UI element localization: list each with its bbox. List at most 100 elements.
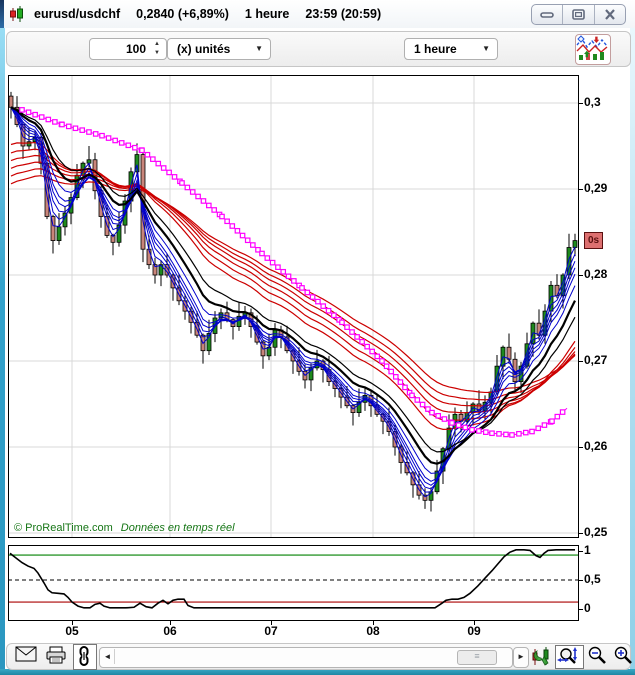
candle-body — [507, 347, 511, 359]
print-button[interactable] — [45, 646, 67, 664]
chevron-down-icon: ▼ — [255, 44, 263, 53]
magenta-ma-marker — [161, 166, 165, 170]
magenta-ma-marker — [504, 432, 508, 436]
units-mode-dropdown[interactable]: (x) unités ▼ — [167, 38, 271, 60]
title-timeframe: 1 heure — [245, 7, 289, 21]
magenta-ma-marker — [276, 265, 280, 269]
candle-body — [555, 285, 559, 295]
zoom-arrows-icon — [556, 646, 581, 666]
candle-body — [9, 96, 13, 107]
time-axis-tick — [271, 621, 272, 625]
price-axis-tick — [578, 533, 583, 534]
indicator-line — [10, 550, 575, 608]
magenta-ma-marker — [191, 190, 195, 194]
scroll-right-button[interactable]: ► — [513, 647, 529, 668]
magenta-ma-marker — [133, 145, 137, 149]
magenta-ma-marker — [167, 170, 171, 174]
magenta-ma-marker — [305, 290, 309, 294]
display-settings-button[interactable] — [575, 34, 611, 65]
price-axis-label: 0,25 — [584, 525, 607, 539]
time-axis-label: 05 — [60, 624, 84, 638]
units-count-input[interactable]: 100 ▲▼ — [89, 38, 167, 60]
timeframe-dropdown[interactable]: 1 heure ▼ — [404, 38, 498, 60]
price-axis-label: 0,27 — [584, 353, 607, 367]
magenta-ma-marker — [53, 120, 57, 124]
magenta-ma-marker — [340, 320, 344, 324]
magenta-ma-marker — [410, 393, 414, 397]
magenta-ma-marker — [316, 299, 320, 303]
wrench-chart-icon — [531, 645, 551, 667]
indicator-axis-tick — [578, 551, 583, 552]
copyright-text: © ProRealTime.com — [14, 522, 113, 534]
minimize-button[interactable] — [532, 5, 563, 24]
magenta-ma-marker — [389, 369, 393, 373]
magenta-ma-marker — [542, 423, 546, 427]
magenta-ma-marker — [560, 410, 564, 414]
scroll-left-button[interactable]: ◄ — [101, 649, 115, 664]
title-time: 23:59 (20:59) — [305, 7, 381, 21]
price-axis-tick — [578, 189, 583, 190]
time-axis-tick — [474, 621, 475, 625]
price-axis-tick — [578, 361, 583, 362]
magenta-ma-marker — [26, 110, 30, 114]
magenta-ma-marker — [497, 432, 501, 436]
link-charts-toggle[interactable] — [73, 644, 97, 670]
horizontal-scrollbar[interactable]: ◄ ≡ — [99, 647, 513, 668]
magenta-ma-marker — [436, 414, 440, 418]
chart-toolbar: 100 ▲▼ (x) unités ▼ 1 heure ▼ — [6, 31, 631, 67]
window-controls — [531, 4, 626, 25]
titlebar[interactable]: eurusd/usdchf 0,2840 (+6,89%) 1 heure 23… — [0, 0, 635, 28]
indicator-canvas — [8, 545, 579, 622]
main-chart-canvas[interactable] — [8, 75, 579, 539]
time-axis-label: 09 — [462, 624, 486, 638]
magenta-ma-marker — [332, 313, 336, 317]
magenta-ma-marker — [67, 124, 71, 128]
magenta-ma-marker — [300, 286, 304, 290]
scrollbar-thumb[interactable]: ≡ — [457, 650, 497, 665]
maximize-button[interactable] — [563, 5, 594, 24]
indicator-settings-button[interactable] — [531, 645, 551, 667]
units-spinner[interactable]: ▲▼ — [151, 40, 163, 58]
time-axis-label: 06 — [158, 624, 182, 638]
magenta-ma-marker — [126, 143, 130, 147]
printer-icon — [45, 646, 67, 664]
indicator-border — [9, 546, 579, 621]
time-axis-tick — [373, 621, 374, 625]
interactive-zoom-toggle[interactable] — [555, 645, 584, 669]
price-axis-tick — [578, 103, 583, 104]
magenta-ma-marker — [201, 199, 205, 203]
magenta-ma-marker — [380, 359, 384, 363]
candle-body — [57, 227, 61, 241]
zoom-out-button[interactable] — [587, 646, 607, 665]
email-button[interactable] — [15, 646, 37, 662]
magenta-ma-marker — [536, 426, 540, 430]
magenta-ma-marker — [321, 304, 325, 308]
magenta-ma-marker — [403, 385, 407, 389]
magenta-ma-marker — [477, 429, 481, 433]
magenta-ma-marker — [240, 233, 244, 237]
window-border-left — [0, 26, 5, 670]
envelope-icon — [15, 646, 37, 662]
zoom-in-button[interactable] — [613, 646, 633, 665]
close-button[interactable] — [595, 5, 625, 24]
magenta-ma-marker — [265, 256, 269, 260]
magenta-ma-marker — [245, 238, 249, 242]
price-axis-label: 0,26 — [584, 439, 607, 453]
magenta-ma-marker — [326, 309, 330, 313]
bottom-toolbar: ◄ ≡ ► — [6, 643, 631, 670]
magenta-ma-marker — [470, 428, 474, 432]
realtime-text: Données en temps réel — [121, 522, 235, 534]
time-axis-tick — [72, 621, 73, 625]
indicator-axis-label: 0 — [584, 601, 591, 615]
magenta-ma-marker — [220, 214, 224, 218]
title-symbol: eurusd/usdchf — [34, 7, 120, 21]
magenta-ma-marker — [430, 410, 434, 414]
magenta-ma-marker — [235, 229, 239, 233]
magenta-ma-marker — [46, 117, 50, 121]
magenta-ma-marker — [450, 421, 454, 425]
indicator-axis-label: 0,5 — [584, 572, 601, 586]
candle-body — [573, 241, 577, 248]
magenta-ma-marker — [212, 208, 216, 212]
chart-window: eurusd/usdchf 0,2840 (+6,89%) 1 heure 23… — [0, 0, 635, 675]
magenta-ma-marker — [80, 128, 84, 132]
